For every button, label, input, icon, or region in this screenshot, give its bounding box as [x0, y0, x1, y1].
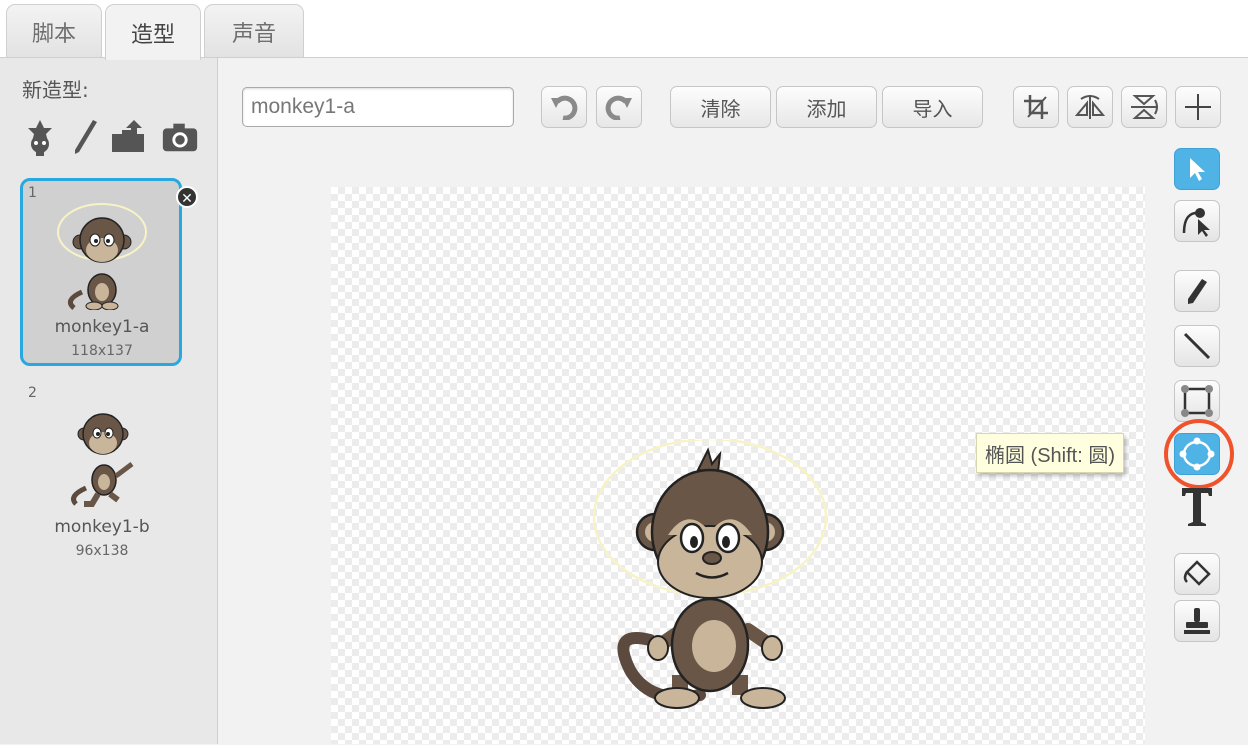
line-tool[interactable]	[1174, 325, 1220, 367]
delete-costume-icon[interactable]: ✕	[176, 186, 198, 208]
stamp-icon	[1184, 608, 1210, 634]
tab-sounds[interactable]: 声音	[204, 4, 304, 58]
monkey-costume-drawing	[592, 440, 828, 709]
tab-scripts[interactable]: 脚本	[6, 4, 102, 58]
costume-size-1: 118x137	[71, 343, 133, 359]
tab-sounds-label: 声音	[231, 21, 276, 47]
undo-button[interactable]	[541, 86, 587, 128]
line-icon	[1183, 332, 1211, 360]
new-costume-label: 新造型:	[22, 78, 89, 102]
arrow-pointer-icon	[1190, 158, 1205, 181]
costume-name-2: monkey1-b	[54, 517, 150, 537]
costume-name-1: monkey1-a	[54, 317, 150, 337]
tab-costumes-label: 造型	[130, 22, 175, 48]
pencil-tool[interactable]	[1174, 270, 1220, 312]
costume-thumbnail-monkey1-b[interactable]	[62, 400, 146, 510]
rectangle-icon	[1181, 385, 1213, 417]
undo-icon	[551, 95, 578, 120]
crosshair-icon	[1185, 94, 1211, 120]
stamp-tool[interactable]	[1174, 600, 1220, 642]
costume-number: 2	[28, 385, 37, 401]
ellipse-tool-highlight	[1164, 419, 1234, 489]
rectangle-tool[interactable]	[1174, 380, 1220, 422]
flip-horizontal-button[interactable]	[1067, 86, 1113, 128]
redo-icon	[605, 95, 632, 120]
costume-size-2: 96x138	[75, 543, 129, 559]
upload-icon[interactable]	[108, 116, 148, 158]
flip-vertical-button[interactable]	[1121, 86, 1167, 128]
redo-button[interactable]	[596, 86, 642, 128]
pencil-icon	[1188, 279, 1207, 304]
flip-vertical-icon	[1131, 95, 1158, 119]
reshape-icon	[1182, 208, 1210, 237]
import-button[interactable]: 导入	[882, 86, 983, 128]
costume-thumbnail-monkey1-a	[57, 203, 147, 310]
text-tool[interactable]	[1174, 485, 1220, 527]
tab-scripts-label: 脚本	[31, 21, 76, 47]
text-t-icon	[1182, 488, 1212, 526]
reshape-tool[interactable]	[1174, 200, 1220, 242]
costume-name-input[interactable]	[242, 87, 514, 127]
camera-icon[interactable]	[160, 116, 200, 158]
tab-costumes[interactable]: 造型	[105, 4, 201, 60]
select-tool[interactable]	[1174, 148, 1220, 190]
set-center-button[interactable]	[1175, 86, 1221, 128]
paint-bucket-icon	[1183, 560, 1211, 586]
crop-button[interactable]	[1013, 86, 1059, 128]
flip-horizontal-icon	[1074, 95, 1106, 119]
add-button[interactable]: 添加	[776, 86, 877, 128]
ellipse-tooltip: 椭圆 (Shift: 圆)	[976, 433, 1125, 473]
sprite-library-icon[interactable]	[20, 116, 60, 158]
clear-button[interactable]: 清除	[670, 86, 771, 128]
fill-tool[interactable]	[1174, 553, 1220, 595]
paint-brush-icon[interactable]	[64, 116, 104, 158]
crop-icon	[1024, 95, 1048, 119]
costume-number: 1	[28, 185, 37, 201]
